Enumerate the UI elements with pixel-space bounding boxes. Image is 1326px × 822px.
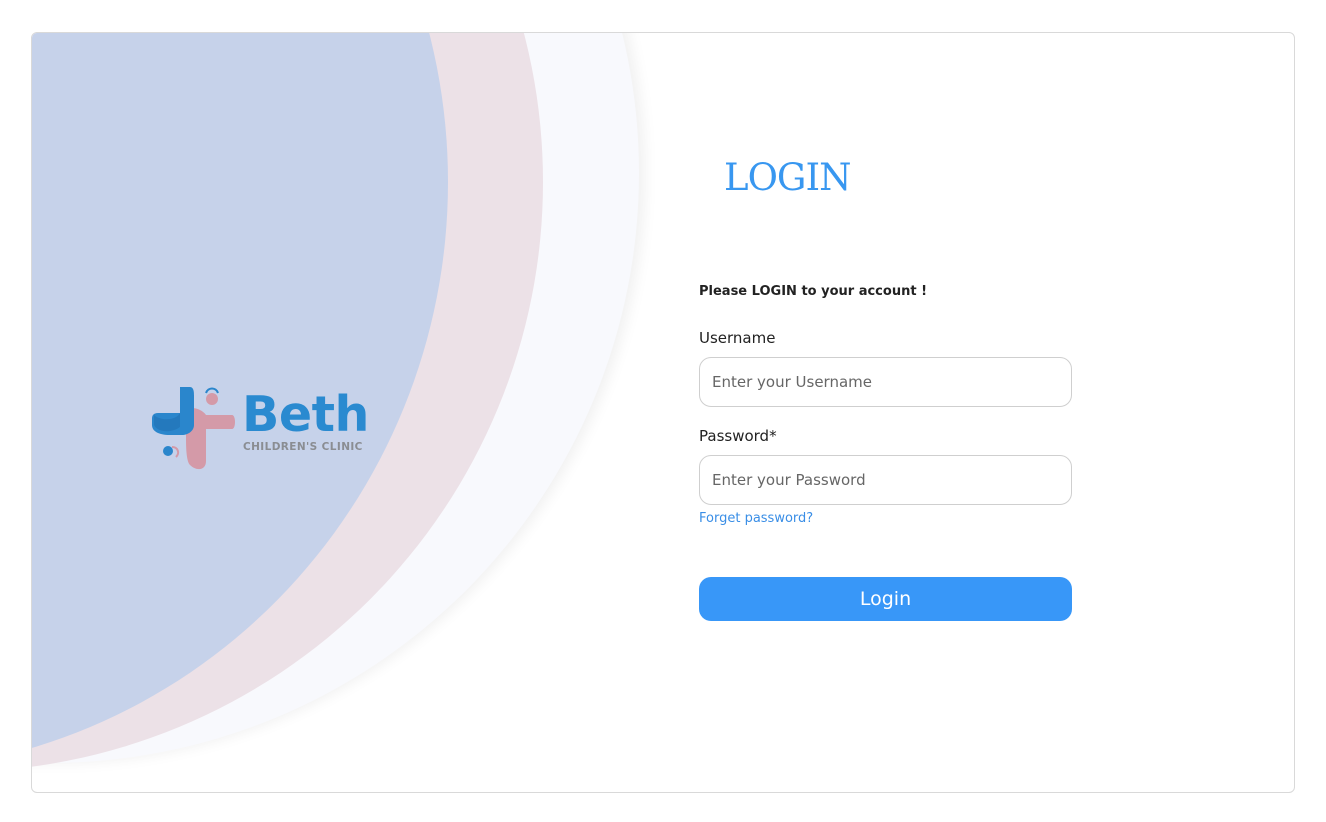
brand-tagline: CHILDREN'S CLINIC [243,441,363,453]
password-input[interactable] [699,455,1072,505]
brand-name: Beth [242,386,369,443]
forget-password-link[interactable]: Forget password? [699,511,813,526]
password-label: Password* [699,427,777,445]
login-card: Beth CHILDREN'S CLINIC LOGIN Please LOGI… [31,32,1295,793]
login-title: LOGIN [724,156,851,199]
login-subtitle: Please LOGIN to your account ! [699,284,928,299]
clinic-logo: Beth CHILDREN'S CLINIC [150,385,390,475]
username-input[interactable] [699,357,1072,407]
username-label: Username [699,329,776,347]
login-button[interactable]: Login [699,577,1072,621]
clinic-cross-logo-icon [152,387,235,470]
